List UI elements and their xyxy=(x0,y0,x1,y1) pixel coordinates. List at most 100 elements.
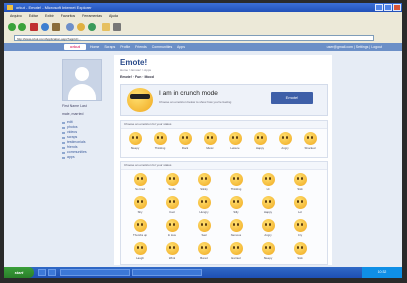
emoticon-option[interactable]: Sick xyxy=(289,242,311,260)
emoticon-option[interactable]: Wink xyxy=(161,242,183,260)
emoticon-option[interactable]: Nervous xyxy=(225,219,247,237)
emoticon-option[interactable]: Smile xyxy=(161,173,183,191)
emoticon-face-icon xyxy=(253,132,267,145)
emoticon-option[interactable]: Sleepy xyxy=(257,242,279,260)
emoticon-option[interactable]: Excited xyxy=(225,242,247,260)
emote-button[interactable]: Emote! xyxy=(271,92,313,104)
emoticon-option[interactable]: Angry xyxy=(274,132,296,150)
emoticon-label: Sick xyxy=(297,187,303,191)
emoticon-face-icon xyxy=(229,196,243,209)
emoticon-option[interactable]: Music xyxy=(199,132,221,150)
mail-icon[interactable] xyxy=(102,23,110,31)
emoticon-label: Thumbs up xyxy=(133,233,147,237)
emoticon-face-icon xyxy=(165,242,179,255)
ie-quicklaunch-icon[interactable] xyxy=(38,269,46,276)
emoticon-option[interactable]: Stinky xyxy=(193,173,215,191)
emoticon-option[interactable]: Hi xyxy=(257,173,279,191)
address-bar: http://www.orkut.com/Application.aspx?ap… xyxy=(4,34,402,43)
maximize-button[interactable] xyxy=(384,4,392,11)
breadcrumb[interactable]: Home > Emote! > Apps xyxy=(120,68,151,72)
start-button[interactable]: start xyxy=(4,267,34,278)
taskbar-window-button[interactable] xyxy=(132,269,202,276)
menu-file[interactable]: Arquivo xyxy=(10,14,22,18)
nav-link-scraps[interactable]: Scraps xyxy=(104,45,115,49)
emoticon-option[interactable]: Happy xyxy=(249,132,271,150)
nav-link-apps[interactable]: Apps xyxy=(177,45,185,49)
emoticon-option[interactable]: Laugh xyxy=(129,242,151,260)
emoticon-face-icon xyxy=(228,132,242,145)
emoticon-face-icon xyxy=(133,219,147,232)
nav-link-friends[interactable]: Friends xyxy=(135,45,147,49)
emoticon-option[interactable]: In love xyxy=(161,219,183,237)
emoticon-face-icon xyxy=(293,196,307,209)
nav-link-home[interactable]: Home xyxy=(90,45,99,49)
print-icon[interactable] xyxy=(113,23,121,31)
menu-edit[interactable]: Editar xyxy=(29,14,38,18)
avatar[interactable] xyxy=(62,59,102,101)
nav-link-profile[interactable]: Profile xyxy=(120,45,130,49)
emoticon-label: Leisure xyxy=(230,146,240,150)
emoticon-face-icon xyxy=(293,242,307,255)
address-input[interactable]: http://www.orkut.com/Application.aspx?ap… xyxy=(14,35,374,41)
emoticon-label: Cry xyxy=(297,233,303,237)
account-links[interactable]: user@gmail.com | Settings | Logout xyxy=(327,43,382,51)
nav-link-communities[interactable]: Communities xyxy=(152,45,172,49)
emoticon-face-icon xyxy=(197,242,211,255)
right-column xyxy=(334,55,386,265)
emoticon-label: Shocked xyxy=(304,146,316,150)
emoticon-label: Sleepy xyxy=(130,146,140,150)
desktop-quicklaunch-icon[interactable] xyxy=(48,269,56,276)
emoticon-face-icon xyxy=(128,132,142,145)
search-icon[interactable] xyxy=(66,23,74,31)
emoticon-label: Lol xyxy=(298,210,302,214)
emoticon-label: Sleepy xyxy=(263,256,273,260)
emoticon-option[interactable]: Happy xyxy=(257,196,279,214)
emoticon-option[interactable]: Sick xyxy=(289,173,311,191)
emoticon-option[interactable]: Hungry xyxy=(193,196,215,214)
window-title: orkut - Emote! - Microsoft Internet Expl… xyxy=(16,5,92,10)
close-button[interactable] xyxy=(393,4,401,11)
left-menu-item[interactable]: apps xyxy=(62,155,112,160)
emoticon-option[interactable]: Cry xyxy=(289,219,311,237)
emoticon-option[interactable]: Sleepy xyxy=(124,132,146,150)
emoticon-face-icon xyxy=(133,173,147,186)
emoticon-option[interactable]: Sad xyxy=(193,219,215,237)
refresh-icon[interactable] xyxy=(41,23,49,31)
taskbar-window-button[interactable] xyxy=(60,269,130,276)
user-name[interactable]: First Name Last xyxy=(62,104,112,109)
emoticon-option[interactable]: Thinking xyxy=(149,132,171,150)
stop-icon[interactable] xyxy=(30,23,38,31)
emoticon-option[interactable]: Bored xyxy=(193,242,215,260)
window-titlebar[interactable]: orkut - Emote! - Microsoft Internet Expl… xyxy=(4,3,402,12)
emoticon-option[interactable]: So tired xyxy=(129,173,151,191)
emoticon-option[interactable]: Rock xyxy=(174,132,196,150)
sunglasses-icon xyxy=(130,94,150,99)
emoticon-option[interactable]: Shocked xyxy=(299,132,321,150)
emoticon-option[interactable]: Thumbs up xyxy=(129,219,151,237)
orkut-logo[interactable]: orkut xyxy=(64,44,86,50)
forward-icon[interactable] xyxy=(18,23,26,31)
emoticon-option[interactable]: Angry xyxy=(257,219,279,237)
menu-bar: Arquivo Editar Exibir Favoritos Ferramen… xyxy=(4,12,402,20)
menu-tools[interactable]: Ferramentas xyxy=(82,14,102,18)
emoticon-option[interactable]: Shy xyxy=(129,196,151,214)
menu-help[interactable]: Ajuda xyxy=(109,14,118,18)
minimize-button[interactable] xyxy=(375,4,383,11)
history-icon[interactable] xyxy=(88,23,96,31)
emoticon-option[interactable]: Cool xyxy=(161,196,183,214)
emoticon-option[interactable]: Leisure xyxy=(224,132,246,150)
emoticon-label: Silly xyxy=(233,210,239,214)
menu-favorites[interactable]: Favoritos xyxy=(61,14,75,18)
emoticon-label: Smile xyxy=(168,187,176,191)
favorites-icon[interactable] xyxy=(77,23,85,31)
emoticon-option[interactable]: Thinking xyxy=(225,173,247,191)
site-navbar: orkut Home Scraps Profile Friends Commun… xyxy=(4,43,402,51)
back-icon[interactable] xyxy=(8,23,16,31)
home-icon[interactable] xyxy=(52,23,60,31)
emoticon-option[interactable]: Silly xyxy=(225,196,247,214)
emoticon-option[interactable]: Lol xyxy=(289,196,311,214)
emoticon-face-icon xyxy=(261,196,275,209)
emoticon-label: Angry xyxy=(281,146,289,150)
emoticon-face-icon xyxy=(229,173,243,186)
menu-view[interactable]: Exibir xyxy=(45,14,54,18)
